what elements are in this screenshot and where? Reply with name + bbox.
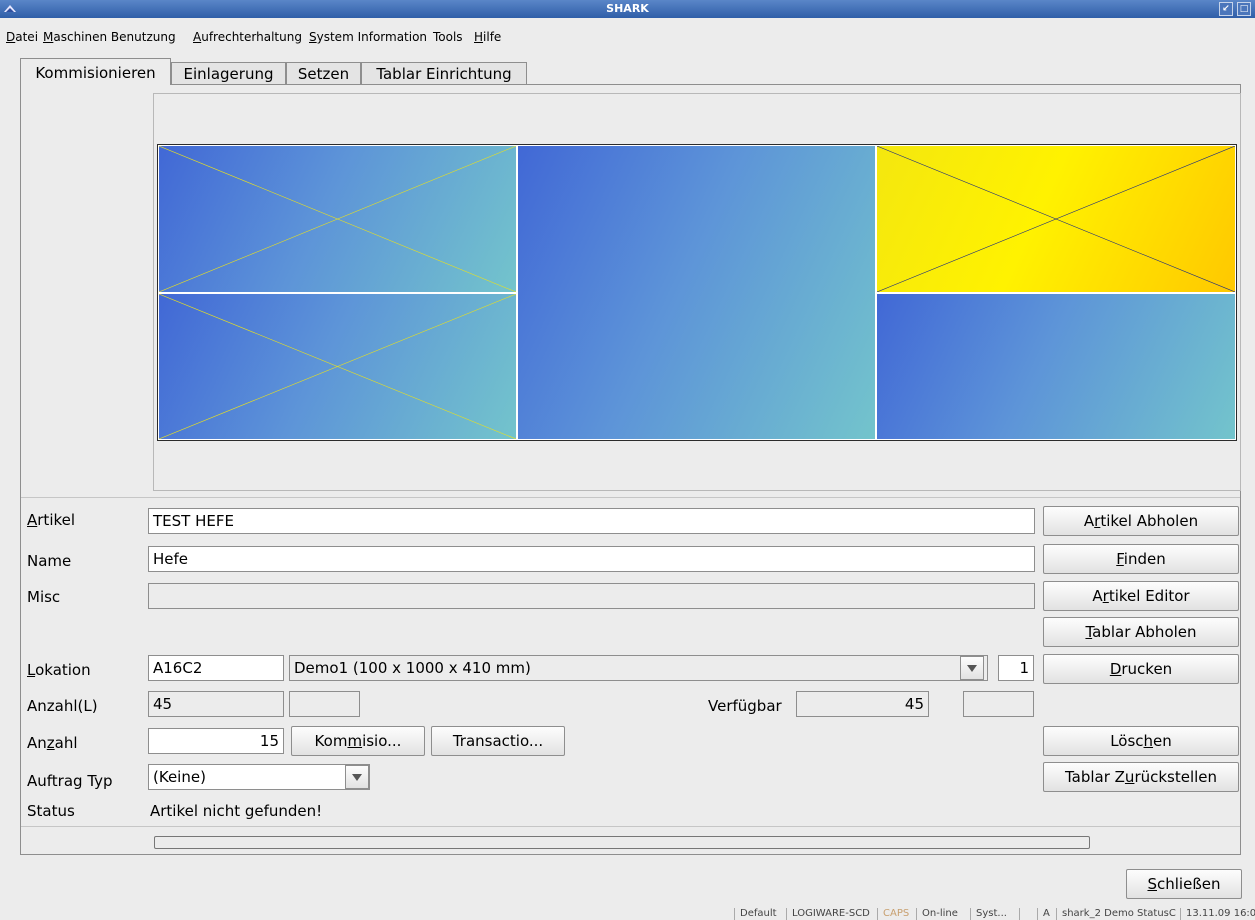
artikel-editor-button[interactable]: Artikel Editor (1043, 581, 1239, 611)
artikel-abholen-button[interactable]: Artikel Abholen (1043, 506, 1239, 536)
verfuegbar-extra-field (963, 691, 1034, 717)
close-window-button[interactable]: □ (1237, 2, 1251, 16)
kommisio-button[interactable]: Kommisio... (291, 726, 425, 756)
transactio-button[interactable]: Transactio... (431, 726, 565, 756)
anzahl-l-label: Anzahl(L) (27, 697, 98, 715)
auftrag-typ-select[interactable]: (Keine) (148, 764, 370, 790)
menu-system-information[interactable]: System Information (309, 30, 427, 44)
tab-tablar-einrichtung[interactable]: Tablar Einrichtung (361, 62, 527, 85)
empty-compartment-cross (159, 294, 516, 439)
divider (21, 826, 1240, 827)
tablar-number-input[interactable]: 1 (998, 655, 1034, 681)
drucken-button[interactable]: Drucken (1043, 654, 1239, 684)
tray-compartment[interactable] (876, 293, 1236, 440)
statusbar-empty (1019, 908, 1037, 920)
anzahl-l-extra-field (289, 691, 360, 717)
statusbar-mode: A (1037, 908, 1055, 920)
progress-bar (154, 836, 1090, 849)
tab-setzen[interactable]: Setzen (286, 62, 361, 85)
menu-hilfe[interactable]: Hilfe (474, 30, 501, 44)
tab-einlagerung[interactable]: Einlagerung (171, 62, 286, 85)
artikel-input[interactable]: TEST HEFE (148, 508, 1035, 534)
tablar-zurueckstellen-button[interactable]: Tablar Zurückstellen (1043, 762, 1239, 792)
artikel-label: Artikel (27, 511, 76, 529)
auftrag-dropdown-arrow-icon[interactable] (345, 765, 369, 789)
title-bar: SHARK ↙ □ (0, 0, 1255, 18)
statusbar-machine: shark_2 Demo StatusC (1056, 908, 1181, 920)
lokation-label: Lokation (27, 661, 91, 679)
tablar-dropdown-arrow-icon[interactable] (960, 656, 984, 680)
tray-compartment-selected[interactable] (876, 145, 1236, 293)
restore-window-button[interactable]: ↙ (1219, 2, 1233, 16)
tablar-abholen-button[interactable]: Tablar Abholen (1043, 617, 1239, 647)
verfuegbar-label: Verfügbar (708, 697, 782, 715)
auftrag-typ-label: Auftrag Typ (27, 772, 113, 790)
divider (21, 497, 1240, 498)
finden-button[interactable]: Finden (1043, 544, 1239, 574)
menu-bar: Datei Maschinen Benutzung Aufrechterhalt… (0, 18, 1255, 46)
menu-maschinen-benutzung[interactable]: Maschinen Benutzung (43, 30, 176, 44)
menu-aufrechterhaltung[interactable]: Aufrechterhaltung (193, 30, 302, 44)
name-label: Name (27, 552, 72, 570)
statusbar-server: LOGIWARE-SCD (786, 908, 875, 920)
statusbar-datetime: 13.11.09 16:0 (1180, 908, 1255, 920)
verfuegbar-field: 45 (796, 691, 929, 717)
name-input[interactable]: Hefe (148, 546, 1035, 572)
misc-label: Misc (27, 588, 61, 606)
anzahl-l-field: 45 (148, 691, 284, 717)
statusbar-profile: Default (734, 908, 782, 920)
empty-compartment-cross (877, 146, 1235, 292)
tray-diagram (157, 144, 1237, 441)
statusbar-caps: CAPS (877, 908, 914, 920)
tray-compartment[interactable] (158, 145, 517, 293)
empty-compartment-cross (159, 146, 516, 292)
menu-tools[interactable]: Tools (433, 30, 463, 44)
tab-kommisionieren[interactable]: Kommisionieren (20, 58, 171, 85)
statusbar-online: On-line (916, 908, 963, 920)
status-message: Artikel nicht gefunden! (150, 802, 323, 820)
tablar-select[interactable]: Demo1 (100 x 1000 x 410 mm) (289, 655, 988, 681)
tray-compartment[interactable] (158, 293, 517, 440)
tray-compartment[interactable] (517, 145, 876, 440)
statusbar-system: Syst... (970, 908, 1012, 920)
loeschen-button[interactable]: Löschen (1043, 726, 1239, 756)
anzahl-input[interactable]: 15 (148, 728, 284, 754)
lokation-input[interactable]: A16C2 (148, 655, 284, 681)
status-label: Status (27, 802, 75, 820)
status-bar: Default LOGIWARE-SCD CAPS On-line Syst..… (0, 908, 1255, 920)
menu-datei[interactable]: Datei (6, 30, 38, 44)
schliessen-button[interactable]: Schließen (1126, 869, 1242, 899)
misc-input[interactable] (148, 583, 1035, 609)
anzahl-label: Anzahl (27, 734, 78, 752)
window-title: SHARK (606, 2, 649, 15)
